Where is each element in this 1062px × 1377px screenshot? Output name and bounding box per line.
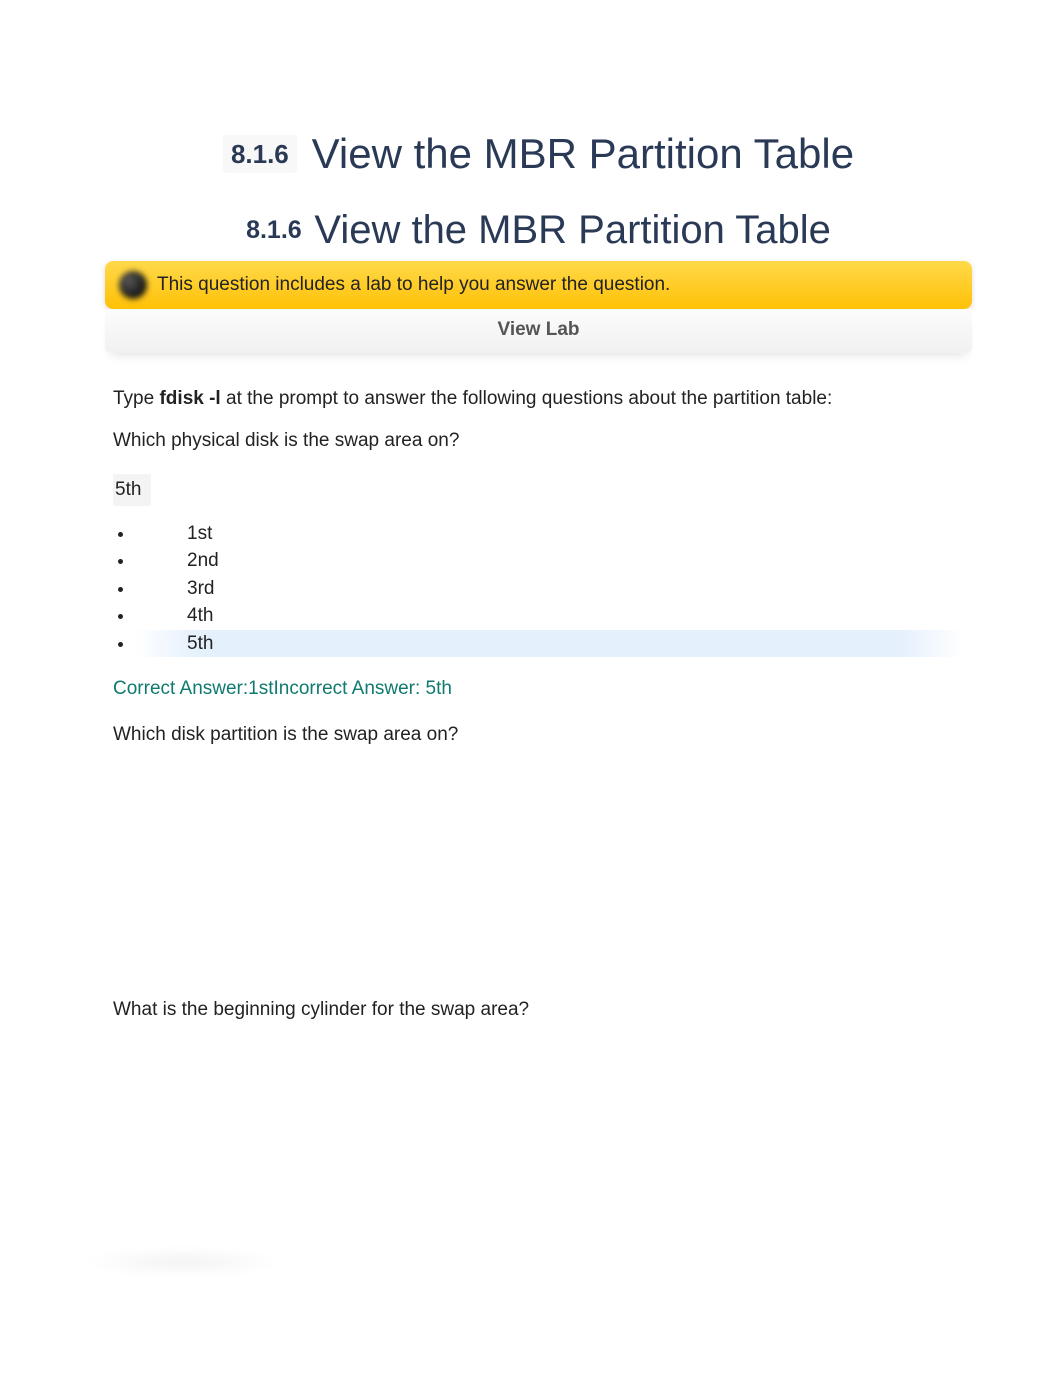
- command-text: fdisk -l: [159, 388, 220, 409]
- list-item[interactable]: 5th: [135, 630, 964, 658]
- list-item[interactable]: 2nd: [135, 547, 964, 575]
- blank-spacer: [113, 1038, 964, 1218]
- view-lab-button[interactable]: View Lab: [105, 309, 972, 353]
- subtitle-number: 8.1.6: [246, 216, 302, 244]
- instruction-suffix: at the prompt to answer the following qu…: [221, 388, 833, 409]
- answer-options-list: 1st 2nd 3rd 4th 5th: [113, 520, 964, 658]
- question-1-text: Which physical disk is the swap area on?: [113, 427, 964, 455]
- selected-answer: 5th: [113, 474, 151, 506]
- option-label: 2nd: [135, 547, 219, 575]
- instruction-prefix: Type: [113, 388, 159, 409]
- option-label: 4th: [135, 602, 213, 630]
- lab-notice-banner: This question includes a lab to help you…: [105, 261, 972, 309]
- blank-spacer: [113, 762, 964, 982]
- blur-artifact: [83, 1248, 283, 1276]
- section-number-badge: 8.1.6: [223, 135, 297, 173]
- lab-icon: [119, 271, 147, 299]
- answer-feedback: Correct Answer:1stIncorrect Answer: 5th: [113, 675, 964, 703]
- page-title-text: View the MBR Partition Table: [312, 130, 854, 177]
- content-area: Type fdisk -l at the prompt to answer th…: [75, 353, 1002, 1276]
- list-item[interactable]: 3rd: [135, 575, 964, 603]
- question-3-text: What is the beginning cylinder for the s…: [113, 996, 964, 1024]
- instruction-text: Type fdisk -l at the prompt to answer th…: [113, 385, 964, 413]
- question-2-text: Which disk partition is the swap area on…: [113, 721, 964, 749]
- option-label: 1st: [135, 520, 212, 548]
- page-subtitle: 8.1.6 View the MBR Partition Table: [75, 208, 1002, 253]
- subtitle-text: View the MBR Partition Table: [314, 208, 831, 252]
- list-item[interactable]: 4th: [135, 602, 964, 630]
- lab-notice-text: This question includes a lab to help you…: [157, 274, 670, 296]
- option-label: 5th: [135, 630, 213, 658]
- page-title: 8.1.6 View the MBR Partition Table: [75, 130, 1002, 178]
- list-item[interactable]: 1st: [135, 520, 964, 548]
- option-label: 3rd: [135, 575, 214, 603]
